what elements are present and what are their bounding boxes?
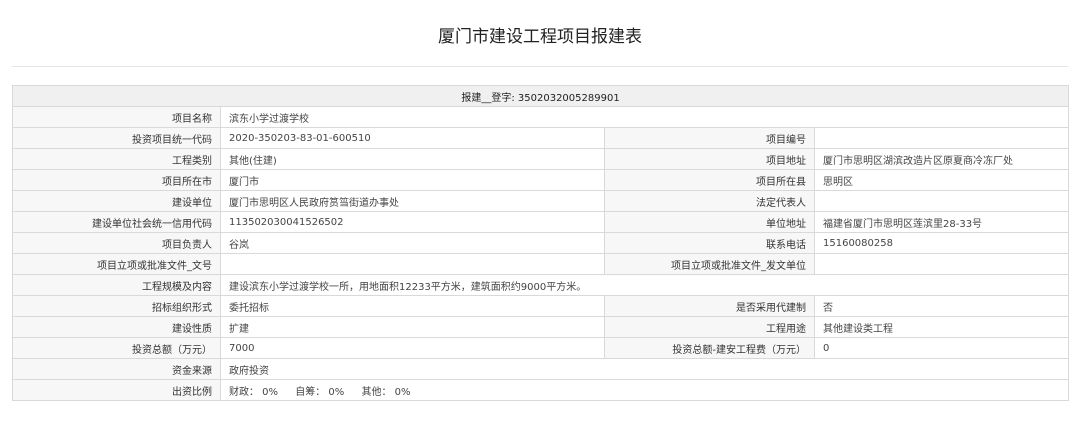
field-value: 厦门市思明区湖滨改造片区原夏商冷冻厂处 [813, 148, 1070, 170]
table-row: 资金来源 政府投资 [12, 358, 1070, 380]
field-value: 0 [813, 337, 1070, 359]
field-label: 项目编号 [604, 127, 815, 149]
field-value: 扩建 [220, 316, 605, 338]
field-label: 投资总额（万元） [12, 337, 221, 359]
field-value: 厦门市 [220, 169, 605, 191]
field-value: 其他建设类工程 [813, 316, 1070, 338]
field-label: 工程用途 [604, 316, 815, 338]
field-label: 项目所在县 [604, 169, 815, 191]
field-label: 投资总额-建安工程费（万元） [604, 337, 815, 359]
table-row: 项目立项或批准文件_文号 项目立项或批准文件_发文单位 [12, 253, 1070, 275]
field-value: 15160080258 [813, 232, 1070, 254]
field-label: 法定代表人 [604, 190, 815, 212]
table-header-row: 报建__登字: 3502032005289901 [11, 85, 1070, 107]
table-row: 项目名称 滨东小学过渡学校 [12, 106, 1070, 128]
table-row: 建设性质 扩建 工程用途 其他建设类工程 [12, 316, 1070, 338]
field-value: 委托招标 [220, 295, 605, 317]
field-label: 投资项目统一代码 [12, 127, 221, 149]
registration-number: 报建__登字: 3502032005289901 [11, 85, 1070, 107]
field-label: 工程规模及内容 [12, 274, 221, 296]
title-divider [12, 66, 1068, 67]
field-label: 招标组织形式 [12, 295, 221, 317]
field-label: 是否采用代建制 [604, 295, 815, 317]
field-label: 项目名称 [12, 106, 221, 128]
ratio-self-raised: 自筹： 0% [295, 386, 345, 398]
field-label: 项目立项或批准文件_发文单位 [604, 253, 815, 275]
project-registration-table: 报建__登字: 3502032005289901 项目名称 滨东小学过渡学校 投… [11, 85, 1070, 401]
field-label: 工程类别 [12, 148, 221, 170]
field-value: 思明区 [813, 169, 1070, 191]
investment-ratio: 财政： 0% 自筹： 0% 其他： 0% [219, 379, 1070, 401]
field-label: 建设单位 [12, 190, 221, 212]
ratio-other: 其他： 0% [361, 386, 411, 398]
field-value [813, 127, 1070, 149]
field-value: 谷岚 [220, 232, 605, 254]
field-label: 项目地址 [604, 148, 815, 170]
table-row: 项目所在市 厦门市 项目所在县 思明区 [12, 169, 1070, 191]
field-value: 建设滨东小学过渡学校一所，用地面积12233平方米，建筑面积约9000平方米。 [219, 274, 1070, 296]
page-title: 厦门市建设工程项目报建表 [438, 27, 642, 47]
table-row: 投资项目统一代码 2020-350203-83-01-600510 项目编号 [12, 127, 1070, 149]
field-label: 资金来源 [12, 358, 221, 380]
field-value: 滨东小学过渡学校 [219, 106, 1070, 128]
table-row: 工程类别 其他(住建) 项目地址 厦门市思明区湖滨改造片区原夏商冷冻厂处 [12, 148, 1070, 170]
field-label: 项目所在市 [12, 169, 221, 191]
table-row: 招标组织形式 委托招标 是否采用代建制 否 [12, 295, 1070, 317]
field-label: 出资比例 [12, 379, 221, 401]
table-row: 建设单位社会统一信用代码 113502030041526502 单位地址 福建省… [12, 211, 1070, 233]
field-value: 厦门市思明区人民政府筼筜街道办事处 [220, 190, 605, 212]
field-label: 项目负责人 [12, 232, 221, 254]
field-value: 2020-350203-83-01-600510 [220, 127, 605, 149]
field-value [813, 253, 1070, 275]
field-value [220, 253, 605, 275]
table-row: 建设单位 厦门市思明区人民政府筼筜街道办事处 法定代表人 [12, 190, 1070, 212]
field-label: 建设性质 [12, 316, 221, 338]
field-value [813, 190, 1070, 212]
field-label: 单位地址 [604, 211, 815, 233]
field-value: 7000 [220, 337, 605, 359]
field-label: 联系电话 [604, 232, 815, 254]
field-value: 113502030041526502 [220, 211, 605, 233]
ratio-fiscal: 财政： 0% [229, 386, 279, 398]
field-value: 其他(住建) [220, 148, 605, 170]
table-row: 项目负责人 谷岚 联系电话 15160080258 [12, 232, 1070, 254]
field-label: 项目立项或批准文件_文号 [12, 253, 221, 275]
table-row: 出资比例 财政： 0% 自筹： 0% 其他： 0% [12, 379, 1070, 401]
field-value: 否 [813, 295, 1070, 317]
field-value: 福建省厦门市思明区莲滨里28-33号 [813, 211, 1070, 233]
table-row: 投资总额（万元） 7000 投资总额-建安工程费（万元） 0 [12, 337, 1070, 359]
table-row: 工程规模及内容 建设滨东小学过渡学校一所，用地面积12233平方米，建筑面积约9… [12, 274, 1070, 296]
field-label: 建设单位社会统一信用代码 [12, 211, 221, 233]
field-value: 政府投资 [219, 358, 1070, 380]
